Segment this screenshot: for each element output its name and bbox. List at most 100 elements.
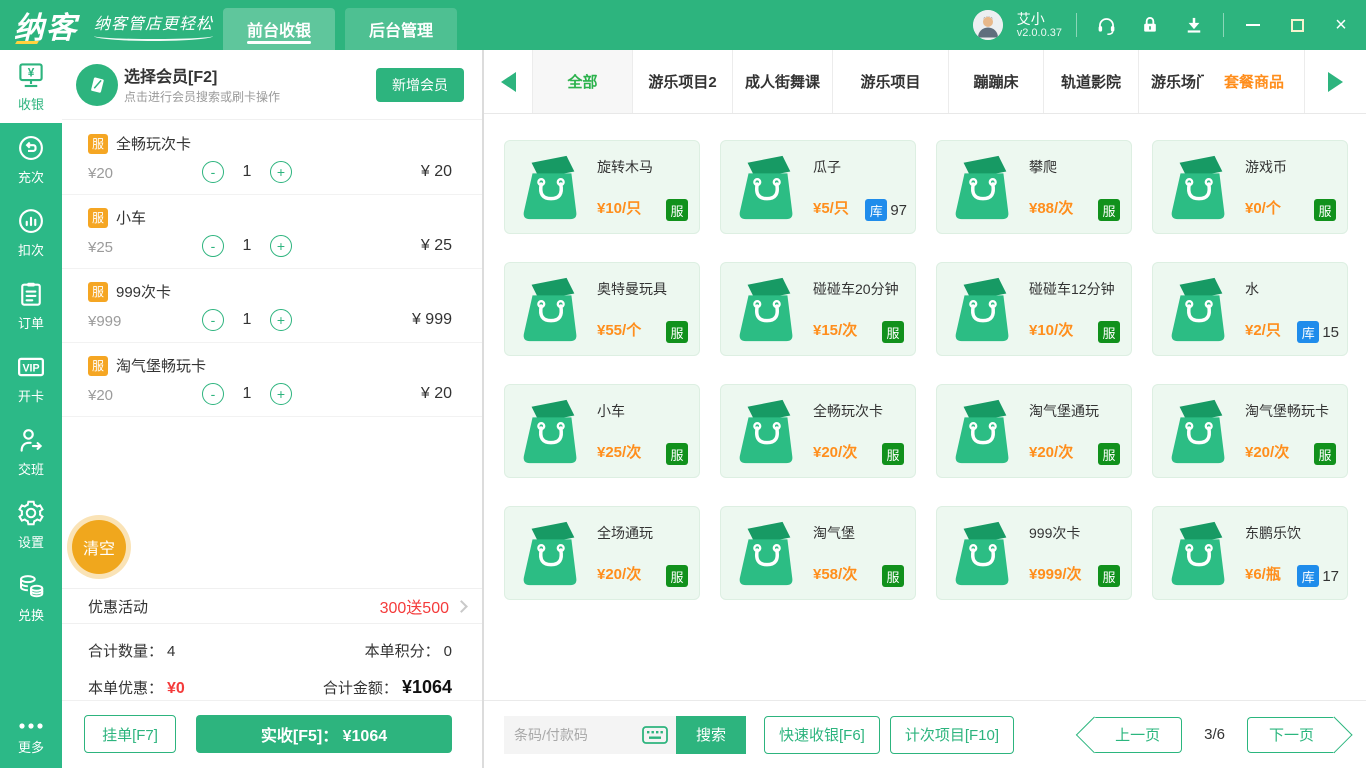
sidebar-item-label: 充次 — [17, 170, 44, 185]
product-card[interactable]: 东鹏乐饮 ¥6/瓶 库 17 — [1152, 506, 1348, 600]
product-price: ¥15/次 — [813, 322, 858, 339]
product-badge-group: 库 17 — [1297, 565, 1339, 587]
cart-item-total: ¥ 20 — [420, 385, 452, 402]
svg-text:¥: ¥ — [28, 65, 35, 79]
sidebar-item-deduct[interactable]: 扣次 — [0, 196, 62, 269]
total-count-value: 4 — [167, 643, 176, 660]
cart-item-total: ¥ 25 — [420, 237, 452, 254]
product-card[interactable]: 水 ¥2/只 库 15 — [1152, 262, 1348, 356]
close-button[interactable]: × — [1326, 10, 1356, 40]
product-card[interactable]: 攀爬 ¥88/次 服 — [936, 140, 1132, 234]
keyboard-icon[interactable] — [642, 725, 668, 744]
cart-item: 服 全畅玩次卡 ¥20 - 1 + ¥ 20 — [62, 121, 482, 195]
category-tab-all[interactable]: 全部 — [532, 50, 632, 113]
tab-back-management[interactable]: 后台管理 — [345, 8, 458, 50]
product-card[interactable]: 淘气堡 ¥58/次 服 — [720, 506, 916, 600]
total-count-label: 合计数量： — [88, 643, 164, 660]
cart-item-name: 999次卡 — [116, 284, 172, 301]
product-name: 游戏币 — [1245, 159, 1287, 175]
count-item-button[interactable]: 计次项目[F10] — [889, 715, 1015, 754]
clear-cart-button[interactable]: 清空 — [72, 520, 126, 574]
tab-front-cashier[interactable]: 前台收银 — [223, 8, 336, 50]
product-badge: 库 — [865, 199, 888, 221]
download-icon[interactable] — [1179, 10, 1209, 40]
shopping-bag-icon — [955, 399, 1009, 464]
decrease-button[interactable]: - — [202, 383, 224, 405]
next-page-button[interactable]: 下一页 — [1247, 716, 1335, 753]
product-card[interactable]: 淘气堡畅玩卡 ¥20/次 服 — [1152, 384, 1348, 478]
category-tab[interactable]: 成人街舞课 — [732, 50, 832, 113]
product-price: ¥6/瓶 — [1245, 566, 1281, 583]
product-card[interactable]: 全场通玩 ¥20/次 服 — [504, 506, 700, 600]
quantity-value: 1 — [242, 237, 252, 254]
scroll-categories-right-button[interactable] — [1304, 50, 1366, 113]
add-member-button[interactable]: 新增会员 — [376, 68, 464, 102]
sidebar-item-shift[interactable]: 交班 — [0, 415, 62, 488]
product-badge-group: 服 — [666, 321, 691, 343]
product-name: 旋转木马 — [597, 159, 653, 175]
cart-item: 服 小车 ¥25 - 1 + ¥ 25 — [62, 195, 482, 269]
user-avatar[interactable] — [972, 10, 1003, 40]
product-price: ¥5/只 — [813, 200, 849, 217]
pagination: 上一页 3/6 下一页 — [1081, 716, 1348, 753]
service-badge: 服 — [88, 207, 108, 228]
product-card[interactable]: 游戏币 ¥0/个 服 — [1152, 140, 1348, 234]
hold-order-button[interactable]: 挂单[F7] — [84, 715, 176, 753]
scroll-categories-left-button[interactable] — [484, 50, 532, 113]
promo-label: 优惠活动 — [88, 598, 149, 616]
product-card[interactable]: 小车 ¥25/次 服 — [504, 384, 700, 478]
product-price: ¥20/次 — [597, 566, 642, 583]
product-name: 瓜子 — [813, 159, 841, 175]
quick-cashier-button[interactable]: 快速收银[F6] — [764, 715, 880, 754]
product-price: ¥88/次 — [1029, 200, 1074, 217]
sidebar-item-orders[interactable]: 订单 — [0, 269, 62, 342]
category-tab[interactable]: 轨道影院 — [1043, 50, 1138, 113]
category-tab[interactable]: 蹦蹦床 — [948, 50, 1043, 113]
increase-button[interactable]: + — [270, 309, 292, 331]
decrease-button[interactable]: - — [202, 161, 224, 183]
sidebar-item-cashier[interactable]: ¥ 收银 — [0, 50, 62, 123]
decrease-button[interactable]: - — [202, 235, 224, 257]
category-tab[interactable]: 游乐项目 — [832, 50, 948, 113]
promo-row[interactable]: 优惠活动 300送500 — [62, 588, 482, 624]
product-card[interactable]: 999次卡 ¥999/次 服 — [936, 506, 1132, 600]
page-indicator: 3/6 — [1204, 726, 1225, 743]
checkout-button[interactable]: 实收[F5]： ¥1064 — [196, 715, 452, 753]
product-card[interactable]: 奥特曼玩具 ¥55/个 服 — [504, 262, 700, 356]
product-card[interactable]: 全畅玩次卡 ¥20/次 服 — [720, 384, 916, 478]
product-card[interactable]: 瓜子 ¥5/只 库 97 — [720, 140, 916, 234]
maximize-button[interactable] — [1282, 10, 1312, 40]
product-badge-group: 服 — [666, 199, 691, 221]
cart-panel: 选择会员[F2] 点击进行会员搜索或刷卡操作 新增会员 服 全畅玩次卡 ¥20 … — [62, 50, 482, 768]
product-card[interactable]: 碰碰车12分钟 ¥10/次 服 — [936, 262, 1132, 356]
minimize-button[interactable] — [1238, 10, 1268, 40]
shopping-bag-icon — [955, 155, 1009, 220]
product-card[interactable]: 碰碰车20分钟 ¥15/次 服 — [720, 262, 916, 356]
increase-button[interactable]: + — [270, 383, 292, 405]
product-badge-group: 服 — [666, 443, 691, 465]
category-tab[interactable]: 游乐场门 — [1138, 50, 1204, 113]
prev-page-button[interactable]: 上一页 — [1094, 716, 1183, 753]
product-card[interactable]: 淘气堡通玩 ¥20/次 服 — [936, 384, 1132, 478]
sidebar-item-settings[interactable]: 设置 — [0, 488, 62, 561]
sidebar-item-more[interactable]: 更多 — [0, 706, 62, 768]
product-badge: 库 — [1297, 565, 1320, 587]
order-summary: 合计数量： 4 本单积分： 0 本单优惠： ¥0 合计金额： ¥1064 — [88, 632, 452, 698]
increase-button[interactable]: + — [270, 235, 292, 257]
increase-button[interactable]: + — [270, 161, 292, 183]
category-tab-package[interactable]: 套餐商品 — [1204, 50, 1304, 113]
total-amount-value: ¥1064 — [401, 677, 452, 697]
customer-service-icon[interactable] — [1091, 10, 1121, 40]
product-card[interactable]: 旋转木马 ¥10/只 服 — [504, 140, 700, 234]
sidebar-item-recharge[interactable]: 充次 — [0, 123, 62, 196]
decrease-button[interactable]: - — [202, 309, 224, 331]
cart-item: 服 999次卡 ¥999 - 1 + ¥ 999 — [62, 269, 482, 343]
search-button[interactable]: 搜索 — [676, 715, 746, 754]
select-member-area[interactable]: 选择会员[F2] 点击进行会员搜索或刷卡操作 新增会员 — [62, 50, 482, 120]
cart-item: 服 淘气堡畅玩卡 ¥20 - 1 + ¥ 20 — [62, 343, 482, 417]
sidebar-item-vip-card[interactable]: VIP 开卡 — [0, 342, 62, 415]
product-badge-group: 服 — [1098, 565, 1123, 587]
category-tab[interactable]: 游乐项目2 — [632, 50, 732, 113]
sidebar-item-exchange[interactable]: 兑换 — [0, 561, 62, 634]
lock-icon[interactable] — [1135, 10, 1165, 40]
